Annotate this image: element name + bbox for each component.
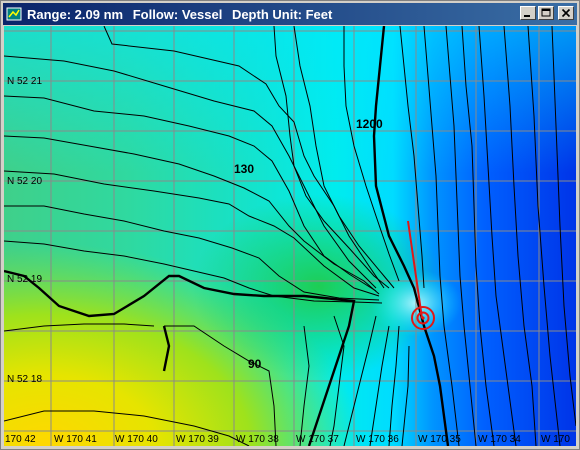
maximize-button[interactable] — [538, 6, 554, 20]
close-icon — [561, 8, 571, 18]
lon-label: 170 42 — [5, 434, 36, 445]
lon-label: W 170 40 — [115, 434, 158, 445]
range-status: Range: 2.09 nm — [27, 6, 124, 22]
minimize-button[interactable] — [520, 6, 536, 20]
depth-label-90: 90 — [248, 357, 262, 371]
bathymetry-map[interactable]: 1200 130 90 N 52 21 N 52 20 N 52 19 N 52… — [4, 26, 576, 446]
app-icon — [6, 7, 22, 21]
lon-label: W 170 — [541, 434, 570, 445]
depth-label-130: 130 — [234, 162, 254, 176]
close-button[interactable] — [558, 6, 574, 20]
lat-label: N 52 18 — [7, 374, 42, 385]
window-title: Range: 2.09 nm Follow: Vessel Depth Unit… — [27, 7, 338, 22]
maximize-icon — [541, 8, 551, 17]
depth-label-1200: 1200 — [356, 117, 383, 131]
lon-label: W 170 39 — [176, 434, 219, 445]
vessel-center-dot — [421, 316, 425, 320]
lat-label: N 52 19 — [7, 274, 42, 285]
follow-status: Follow: Vessel — [132, 6, 223, 22]
lat-label: N 52 21 — [7, 76, 42, 87]
lon-label: W 170 41 — [54, 434, 97, 445]
depth-unit-status: Depth Unit: Feet — [231, 6, 333, 22]
lon-label: W 170 34 — [478, 434, 521, 445]
minimize-icon — [524, 15, 530, 17]
lat-label: N 52 20 — [7, 176, 42, 187]
lon-label: W 170 38 — [236, 434, 279, 445]
chart-window: Range: 2.09 nm Follow: Vessel Depth Unit… — [0, 0, 580, 450]
lon-label: W 170 35 — [418, 434, 461, 445]
lon-label: W 170 37 — [296, 434, 339, 445]
lon-label: W 170 36 — [356, 434, 399, 445]
title-bar[interactable]: Range: 2.09 nm Follow: Vessel Depth Unit… — [3, 3, 577, 25]
